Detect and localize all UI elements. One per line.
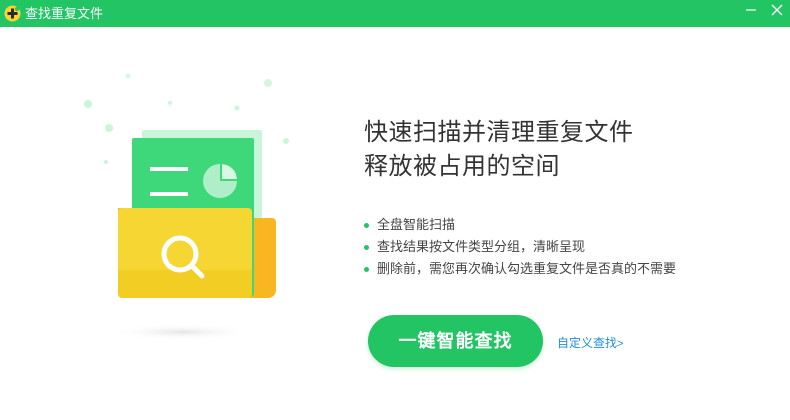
feature-list: 全盘智能扫描 查找结果按文件类型分组，清晰呈现 删除前，需您再次确认勾选重复文件…: [364, 214, 676, 280]
feature-item: 全盘智能扫描: [364, 214, 676, 236]
bullet-dot: [364, 223, 369, 228]
folder-search-illustration: [70, 70, 310, 350]
feature-text: 删除前，需您再次确认勾选重复文件是否真的不需要: [377, 261, 677, 276]
folder-search-icon: [84, 73, 289, 340]
custom-search-label: 自定义查找: [557, 336, 618, 350]
feature-text: 全盘智能扫描: [377, 217, 456, 232]
headline-line-1: 快速扫描并清理重复文件: [364, 119, 634, 146]
minimize-button[interactable]: [738, 0, 764, 27]
window-title: 查找重复文件: [25, 6, 104, 21]
minimize-icon: [746, 9, 756, 11]
bullet-dot: [364, 267, 369, 272]
headline-line-2: 释放被占用的空间: [364, 153, 560, 180]
feature-item: 删除前，需您再次确认勾选重复文件是否真的不需要: [364, 258, 676, 280]
plus-badge-icon: [4, 5, 21, 22]
title-bar: 查找重复文件: [0, 0, 790, 27]
close-icon: [771, 4, 783, 16]
smart-scan-button[interactable]: 一键智能查找: [368, 315, 543, 367]
custom-search-link[interactable]: 自定义查找>: [557, 335, 623, 352]
close-button[interactable]: [764, 0, 790, 27]
feature-text: 查找结果按文件类型分组，清晰呈现: [377, 239, 586, 254]
chevron-right-icon: >: [617, 338, 624, 350]
feature-item: 查找结果按文件类型分组，清晰呈现: [364, 236, 676, 258]
bullet-dot: [364, 245, 369, 250]
